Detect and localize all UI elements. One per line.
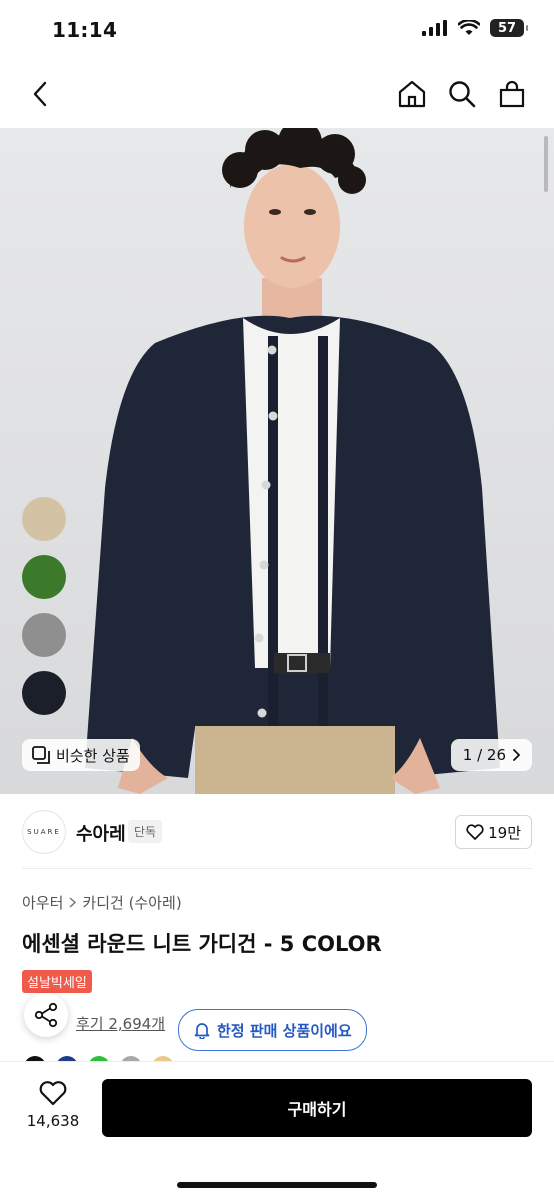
review-link[interactable]: 후기 2,694개 [76,1013,165,1034]
status-indicators: 57 [422,19,528,37]
heart-icon [39,1081,67,1106]
share-button[interactable] [24,993,68,1037]
status-time: 11:14 [52,18,118,42]
exclusive-badge: 단독 [128,820,163,843]
similar-items-icon [32,746,50,764]
limited-sale-notice[interactable]: 한정 판매 상품이에요 [178,1009,367,1051]
image-page-counter-text: 1 / 26 [462,746,506,764]
shopping-bag-icon [499,80,525,108]
color-swatch-navy[interactable] [22,671,66,715]
share-icon [34,1002,58,1028]
cart-button[interactable] [494,76,530,112]
brand-name[interactable]: 수아레 [76,820,126,846]
similar-products-label: 비슷한 상품 [56,746,130,765]
breadcrumb-outer[interactable]: 아우터 [22,892,63,913]
nav-actions [394,76,530,112]
product-title: 에센셜 라운드 니트 가디건 - 5 COLOR [22,932,382,956]
image-page-counter[interactable]: 1 / 26 [450,739,532,771]
chevron-left-icon [33,81,47,107]
chevron-right-icon [69,897,77,908]
home-indicator [177,1182,377,1188]
sale-badge: 설날빅세일 [22,970,92,993]
page-scrollbar[interactable] [544,136,548,192]
wifi-icon [458,20,480,35]
color-swatch-gray[interactable] [22,613,66,657]
breadcrumb-cardigan[interactable]: 카디건 (수아레) [82,892,181,913]
heart-icon [466,824,484,840]
brand-like-count: 19만 [488,823,521,842]
breadcrumb: 아우터 카디건 (수아레) [22,892,182,913]
bell-icon [194,1023,210,1039]
search-button[interactable] [444,76,480,112]
wishlist-count: 14,638 [26,1112,80,1130]
similar-products-button[interactable]: 비슷한 상품 [22,739,140,771]
divider [22,868,532,869]
brand-logo[interactable]: SUARE [22,810,66,854]
search-icon [449,81,476,108]
brand-like-button[interactable]: 19만 [455,815,532,849]
color-swatch-green[interactable] [22,555,66,599]
buy-button[interactable]: 구매하기 [102,1079,532,1137]
home-icon [398,80,426,108]
chevron-right-icon [513,749,520,761]
product-image[interactable] [0,128,554,794]
signal-icon [422,20,447,36]
color-swatch-beige[interactable] [22,497,66,541]
limited-sale-label: 한정 판매 상품이에요 [217,1021,352,1040]
model-photo [85,128,500,794]
back-button[interactable] [22,76,58,112]
battery-icon: 57 [490,19,528,37]
home-button[interactable] [394,76,430,112]
color-swatch-list [22,497,66,715]
brand-logo-text: SUARE [27,828,61,836]
wishlist-button[interactable]: 14,638 [22,1080,84,1130]
